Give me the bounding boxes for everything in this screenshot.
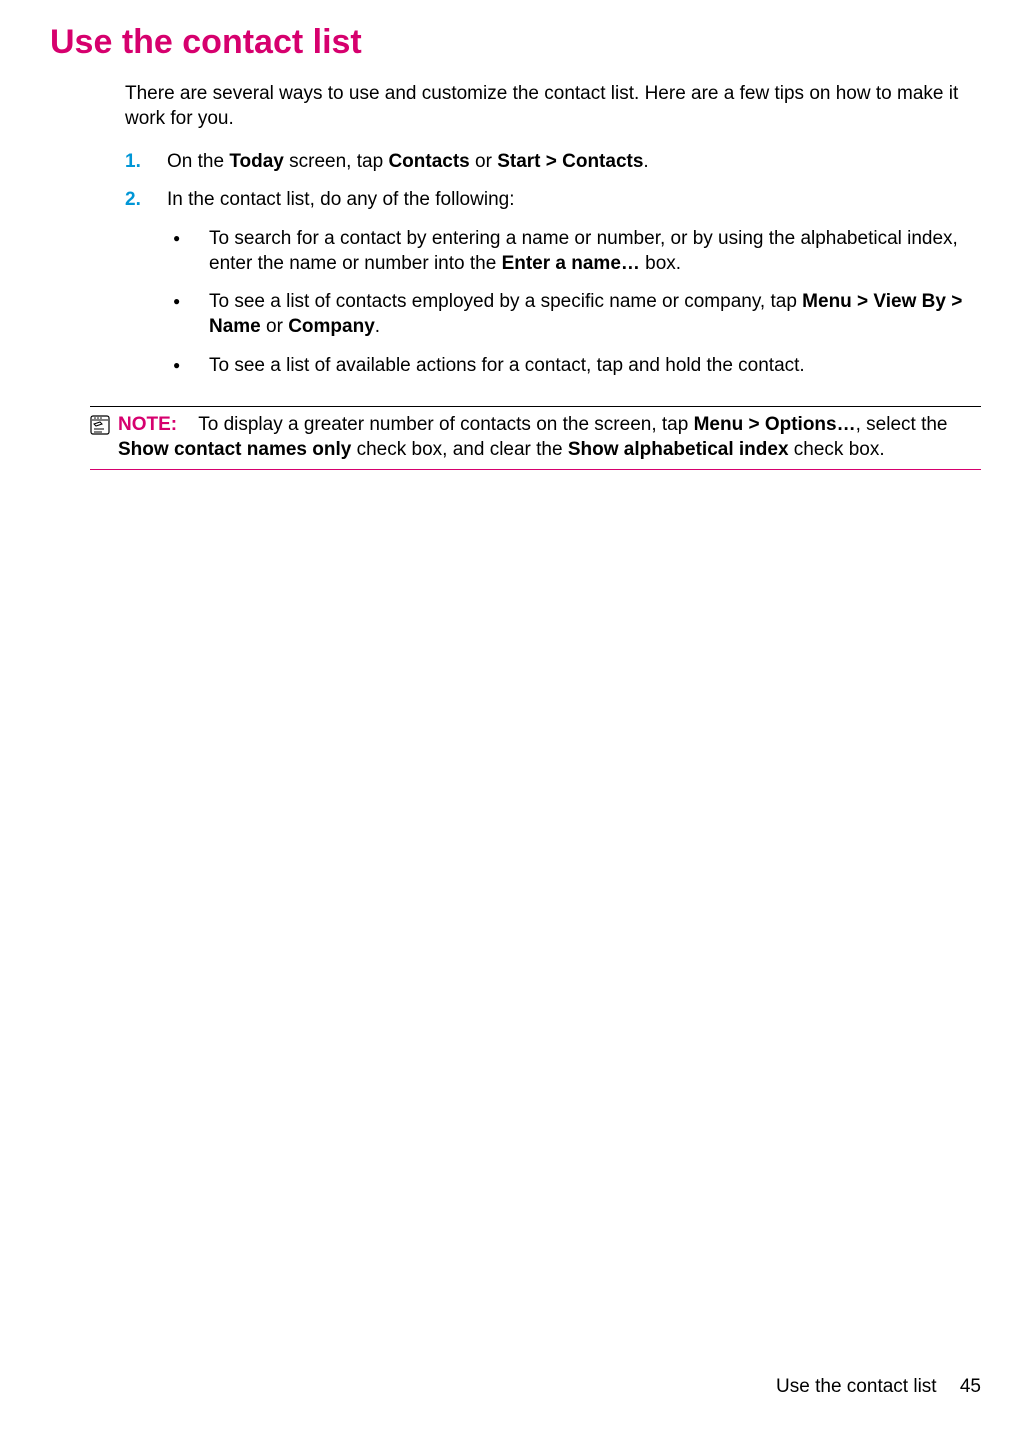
bullet-text: To see a list of contacts employed by a …: [209, 290, 981, 339]
step-body: On the Today screen, tap Contacts or Sta…: [167, 150, 981, 175]
bullet-item: ●To see a list of available actions for …: [167, 354, 981, 379]
step-marker: 1.: [125, 150, 167, 175]
step-text: On the Today screen, tap Contacts or Sta…: [167, 150, 981, 175]
step-text: In the contact list, do any of the follo…: [167, 188, 981, 213]
bullet-text: To see a list of available actions for a…: [209, 354, 981, 379]
step-item: 1.On the Today screen, tap Contacts or S…: [125, 150, 981, 175]
text-run: box.: [640, 253, 681, 274]
bold-text: Show alphabetical index: [568, 439, 789, 460]
bold-text: Company: [288, 316, 375, 337]
bullet-list: ●To search for a contact by entering a n…: [167, 227, 981, 378]
bullet-marker: ●: [167, 290, 209, 339]
page-footer: Use the contact list 45: [776, 1375, 981, 1400]
bold-text: Show contact names only: [118, 439, 351, 460]
page-heading: Use the contact list: [50, 20, 981, 64]
bold-text: Start > Contacts: [497, 151, 643, 172]
text-run: To see a list of contacts employed by a …: [209, 291, 802, 312]
text-run: .: [643, 151, 648, 172]
ordered-steps-list: 1.On the Today screen, tap Contacts or S…: [125, 150, 981, 393]
note-block: NOTE: To display a greater number of con…: [90, 406, 981, 469]
text-run: screen, tap: [284, 151, 389, 172]
text-run: or: [470, 151, 497, 172]
note-label: NOTE:: [118, 414, 177, 435]
text-run: On the: [167, 151, 229, 172]
note-text: To display a greater number of contacts …: [118, 414, 948, 460]
bullet-item: ●To see a list of contacts employed by a…: [167, 290, 981, 339]
text-run: To see a list of available actions for a…: [209, 355, 805, 376]
bold-text: Contacts: [388, 151, 469, 172]
bullet-marker: ●: [167, 227, 209, 276]
footer-title: Use the contact list: [776, 1376, 937, 1397]
text-run: To display a greater number of contacts …: [198, 414, 693, 435]
bold-text: Menu > Options…: [694, 414, 856, 435]
step-body: In the contact list, do any of the follo…: [167, 188, 981, 392]
text-run: or: [261, 316, 288, 337]
step-marker: 2.: [125, 188, 167, 392]
footer-page-number: 45: [960, 1376, 981, 1397]
text-run: .: [375, 316, 380, 337]
text-run: In the contact list, do any of the follo…: [167, 189, 514, 210]
step-item: 2.In the contact list, do any of the fol…: [125, 188, 981, 392]
bullet-item: ●To search for a contact by entering a n…: [167, 227, 981, 276]
bullet-text: To search for a contact by entering a na…: [209, 227, 981, 276]
text-run: check box.: [789, 439, 885, 460]
bullet-marker: ●: [167, 354, 209, 379]
note-content: NOTE: To display a greater number of con…: [118, 413, 981, 462]
bold-text: Today: [229, 151, 284, 172]
text-run: , select the: [856, 414, 948, 435]
text-run: check box, and clear the: [351, 439, 568, 460]
intro-paragraph: There are several ways to use and custom…: [125, 82, 981, 131]
note-icon: [90, 413, 118, 443]
bold-text: Enter a name…: [502, 253, 640, 274]
